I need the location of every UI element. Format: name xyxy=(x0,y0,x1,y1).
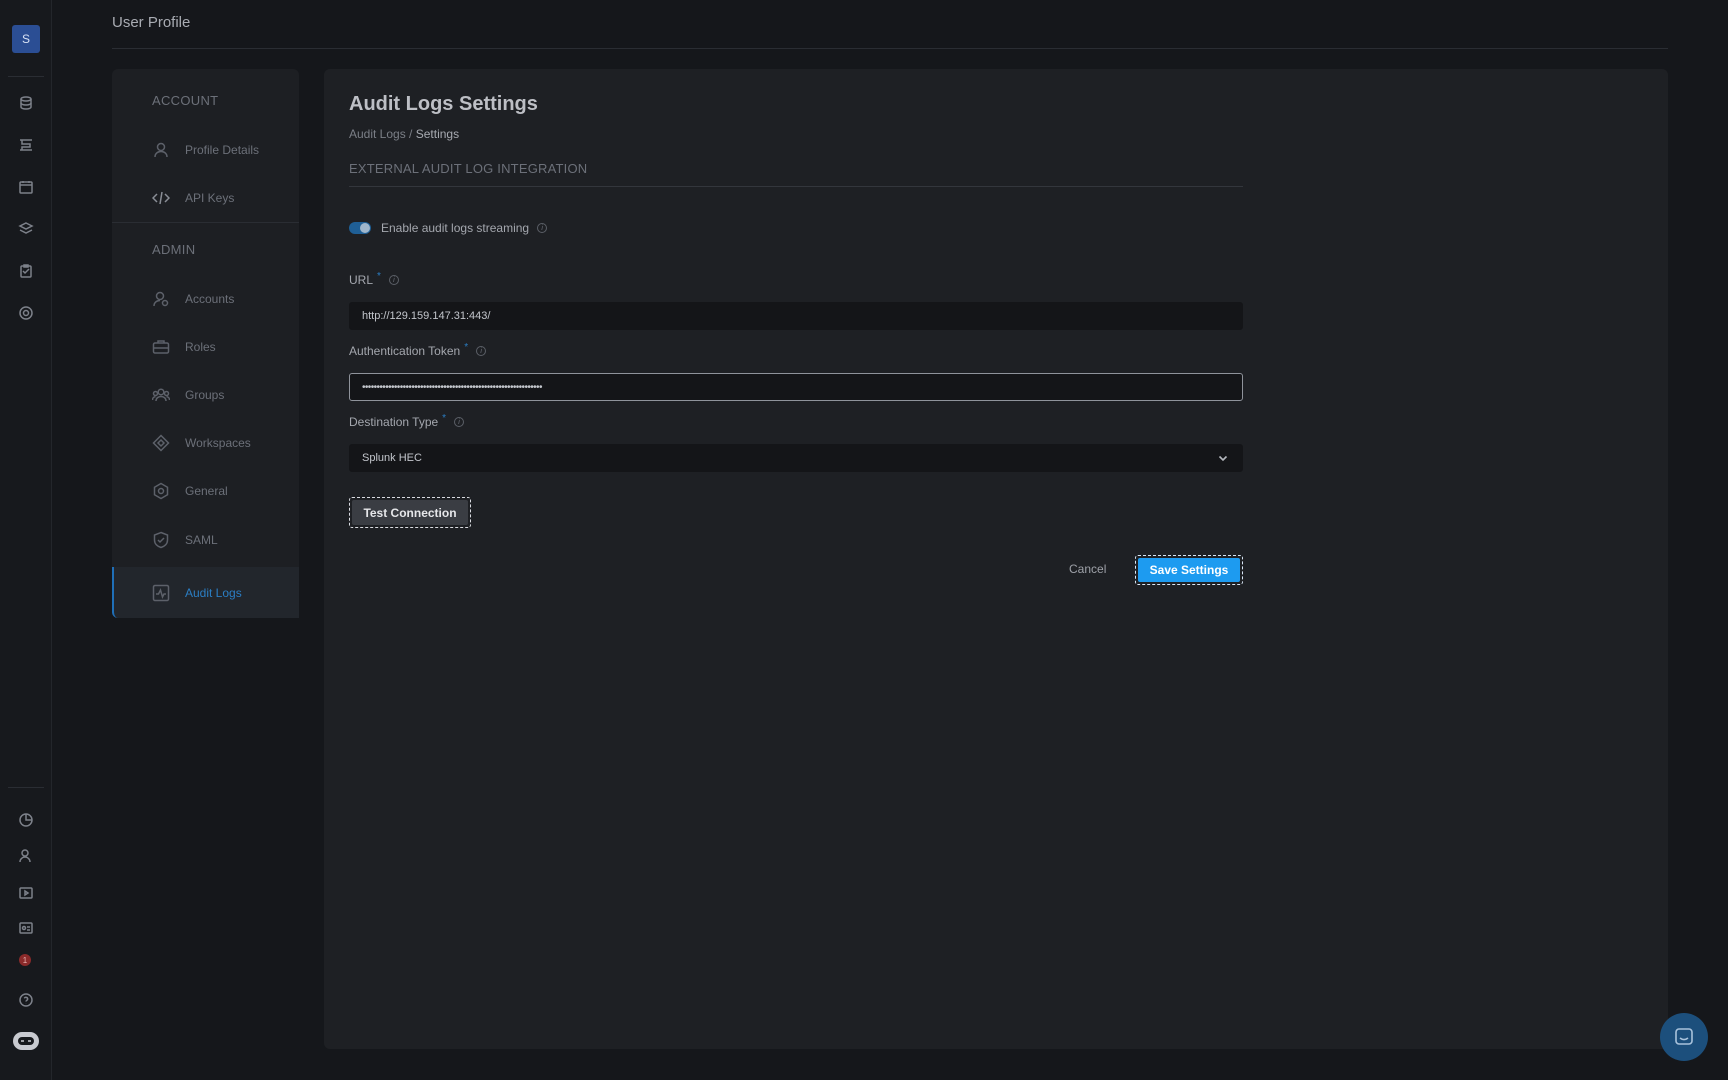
auth-token-input[interactable]: ••••••••••••••••••••••••••••••••••••••••… xyxy=(349,373,1243,401)
nav-item-label: Workspaces xyxy=(185,436,251,450)
groups-icon xyxy=(152,386,170,404)
breadcrumb-separator: / xyxy=(405,127,416,141)
url-input[interactable]: http://129.159.147.31:443/ xyxy=(349,302,1243,330)
test-connection-button-label: Test Connection xyxy=(352,500,468,525)
nav-item-label: Roles xyxy=(185,340,216,354)
section-title: EXTERNAL AUDIT LOG INTEGRATION xyxy=(349,161,588,176)
breadcrumb-current: Settings xyxy=(415,127,460,141)
robot-icon[interactable] xyxy=(12,1030,40,1052)
nav-item-groups[interactable]: Groups xyxy=(112,373,299,417)
enable-streaming-toggle[interactable] xyxy=(349,222,371,234)
info-icon[interactable]: i xyxy=(537,223,548,233)
activity-icon xyxy=(152,584,170,602)
nav-item-api-keys[interactable]: API Keys xyxy=(112,176,299,220)
toggle-knob xyxy=(360,223,370,233)
nav-item-audit-logs[interactable]: Audit Logs xyxy=(112,567,299,618)
left-rail: S 1 xyxy=(0,0,52,1080)
chat-icon xyxy=(1675,1028,1693,1045)
nav-item-label: Groups xyxy=(185,388,225,402)
pipeline-icon[interactable] xyxy=(16,135,36,155)
destination-type-select[interactable]: Splunk HEC xyxy=(349,444,1243,472)
nav-item-accounts[interactable]: Accounts xyxy=(112,277,299,321)
nav-item-label: API Keys xyxy=(185,191,235,205)
user-icon[interactable] xyxy=(16,846,36,866)
nav-item-general[interactable]: General xyxy=(112,469,299,513)
required-marker: * xyxy=(442,412,447,424)
url-input-value: http://129.159.147.31:443/ xyxy=(362,310,491,322)
save-settings-button-label: Save Settings xyxy=(1138,558,1240,582)
section-divider xyxy=(349,186,1243,187)
settings-icon[interactable] xyxy=(16,303,36,323)
auth-token-label: Authentication Token * i xyxy=(349,341,487,358)
required-marker: * xyxy=(464,341,469,353)
auth-token-label-text: Authentication Token xyxy=(349,344,461,358)
briefcase-icon xyxy=(152,338,170,356)
auth-token-input-value: ••••••••••••••••••••••••••••••••••••••••… xyxy=(362,381,542,393)
nav-item-label: Profile Details xyxy=(185,143,260,157)
rail-divider xyxy=(8,787,44,788)
nav-item-profile-details[interactable]: Profile Details xyxy=(112,128,299,172)
database-icon[interactable] xyxy=(16,93,36,113)
workspace-avatar[interactable]: S xyxy=(12,25,40,53)
destination-type-label: Destination Type * i xyxy=(349,412,465,429)
breadcrumb: Audit Logs / Settings xyxy=(349,127,459,141)
nav-item-roles[interactable]: Roles xyxy=(112,325,299,369)
cancel-button[interactable]: Cancel xyxy=(1069,562,1106,576)
nav-item-saml[interactable]: SAML xyxy=(112,518,299,562)
code-icon xyxy=(152,189,170,207)
header-divider xyxy=(112,48,1668,49)
rail-divider xyxy=(8,76,44,77)
required-marker: * xyxy=(377,270,381,282)
calendar-icon[interactable] xyxy=(16,177,36,197)
url-label-text: URL xyxy=(349,273,374,287)
shield-icon xyxy=(152,531,170,549)
video-icon[interactable] xyxy=(16,882,36,902)
info-icon[interactable]: i xyxy=(454,417,465,427)
id-card-icon[interactable] xyxy=(16,918,36,938)
clipboard-icon[interactable] xyxy=(16,261,36,281)
nav-item-label: General xyxy=(185,484,228,498)
pie-chart-icon[interactable] xyxy=(16,810,36,830)
accounts-icon xyxy=(152,290,170,308)
nav-section-account: ACCOUNT xyxy=(152,93,219,108)
layers-icon[interactable] xyxy=(16,219,36,239)
chevron-down-icon xyxy=(1218,453,1228,463)
chat-launcher-button[interactable] xyxy=(1660,1013,1708,1061)
page-header-title: User Profile xyxy=(112,14,191,31)
settings-nav: ACCOUNT Profile Details API Keys ADMIN A… xyxy=(112,69,299,618)
help-icon[interactable] xyxy=(16,990,36,1010)
nav-item-workspaces[interactable]: Workspaces xyxy=(112,421,299,465)
page-title: Audit Logs Settings xyxy=(349,93,538,115)
nav-divider xyxy=(112,222,299,223)
url-label: URL * i xyxy=(349,270,399,287)
info-icon[interactable]: i xyxy=(388,275,399,285)
user-icon xyxy=(152,141,170,159)
nav-item-label: SAML xyxy=(185,533,218,547)
notification-badge[interactable]: 1 xyxy=(19,954,31,966)
breadcrumb-link-audit-logs[interactable]: Audit Logs xyxy=(349,127,406,141)
audit-logs-settings-panel: Audit Logs Settings Audit Logs / Setting… xyxy=(324,69,1668,1049)
save-settings-button[interactable]: Save Settings xyxy=(1135,555,1243,585)
info-icon[interactable]: i xyxy=(476,346,487,356)
streaming-toggle-row: Enable audit logs streaming i xyxy=(349,221,548,235)
destination-type-value: Splunk HEC xyxy=(362,452,422,464)
test-connection-button[interactable]: Test Connection xyxy=(349,497,471,528)
destination-type-label-text: Destination Type xyxy=(349,415,439,429)
enable-streaming-label: Enable audit logs streaming xyxy=(381,221,530,235)
diamond-icon xyxy=(152,434,170,452)
gear-icon xyxy=(152,482,170,500)
nav-section-admin: ADMIN xyxy=(152,242,196,257)
nav-item-label: Accounts xyxy=(185,292,235,306)
nav-item-label: Audit Logs xyxy=(185,585,242,600)
